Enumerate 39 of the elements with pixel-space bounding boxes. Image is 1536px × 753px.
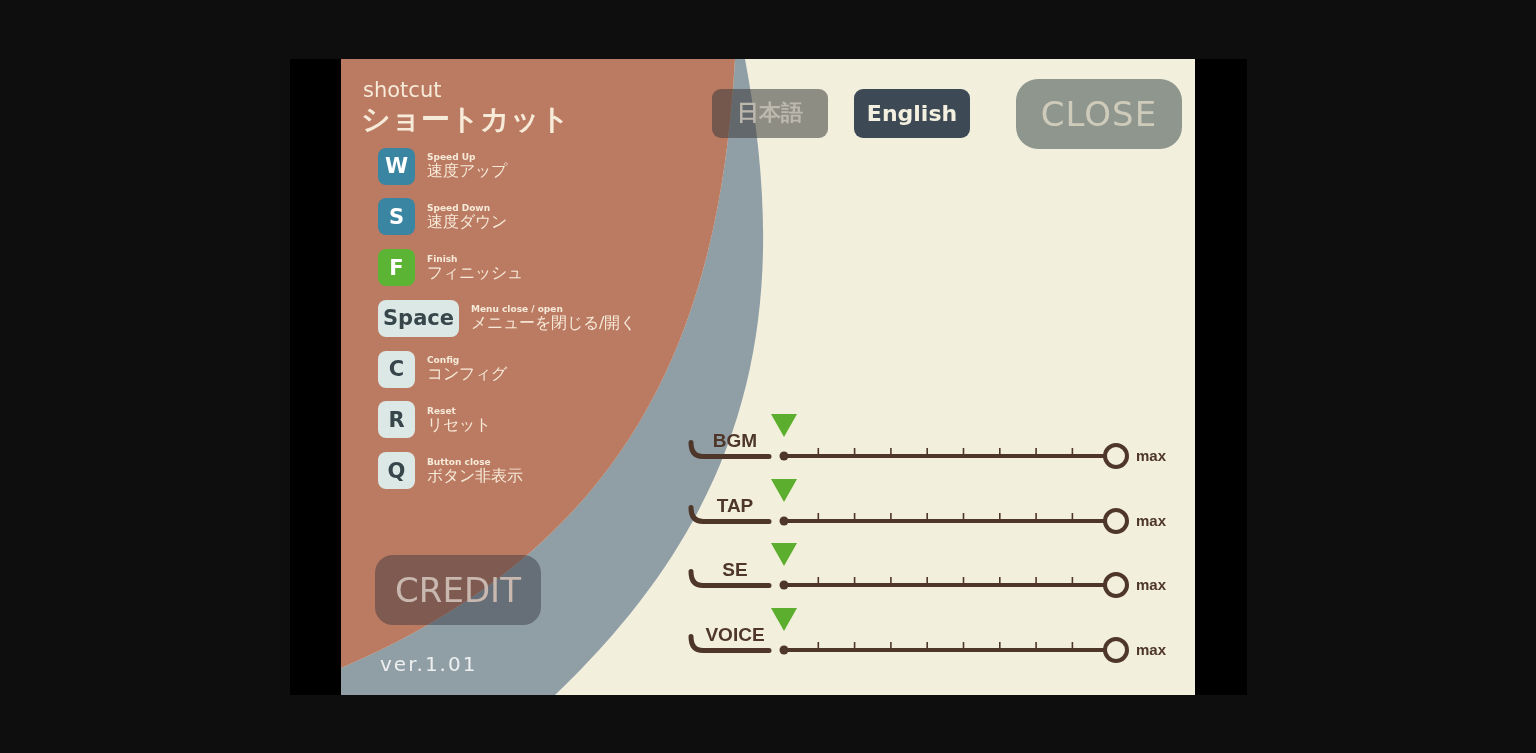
slider-thumb[interactable] bbox=[771, 478, 797, 502]
shortcut-label: 速度ダウン bbox=[427, 212, 507, 231]
shortcut-caption: Speed Up bbox=[427, 152, 477, 162]
volume-label: TAP bbox=[716, 495, 754, 516]
shortcut-label: ボタン非表示 bbox=[427, 466, 523, 485]
shortcut-caption: Speed Down bbox=[427, 202, 492, 213]
close-button[interactable]: CLOSE bbox=[1016, 78, 1182, 149]
max-label: max bbox=[1136, 448, 1167, 464]
shortcut-caption: Menu close / open bbox=[471, 304, 564, 315]
shortcut-label: コンフィグ bbox=[427, 365, 507, 384]
shortcut-caption: Button close bbox=[427, 456, 492, 467]
shortcut-label: メニューを閉じる/開く bbox=[471, 314, 637, 333]
key-cap: S bbox=[378, 198, 415, 236]
key-cap: W bbox=[378, 147, 415, 185]
shortcut-caption: Reset bbox=[427, 406, 457, 416]
max-label: max bbox=[1136, 577, 1167, 593]
key-cap: Q bbox=[378, 452, 415, 490]
slider-thumb[interactable] bbox=[771, 607, 797, 631]
shortcut-label: 速度アップ bbox=[427, 162, 507, 180]
shortcut-caption: Finish bbox=[427, 253, 459, 264]
key-cap: R bbox=[378, 401, 415, 439]
shortcut-label: リセット bbox=[427, 416, 491, 434]
slider-thumb[interactable] bbox=[771, 414, 797, 437]
volume-label: SE bbox=[722, 560, 748, 580]
volume-label: BGM bbox=[712, 431, 758, 451]
title-caption: shotcut bbox=[363, 78, 442, 101]
key-cap: F bbox=[378, 249, 415, 287]
key-cap: C bbox=[378, 350, 415, 388]
max-label: max bbox=[1136, 641, 1167, 658]
volume-label: VOICE bbox=[705, 624, 765, 645]
panel-title: ショートカット bbox=[361, 100, 570, 137]
key-cap: Space bbox=[378, 299, 460, 337]
credit-button[interactable]: CREDIT bbox=[375, 554, 541, 625]
slider-thumb[interactable] bbox=[771, 543, 797, 566]
max-label: max bbox=[1136, 512, 1167, 529]
language-tab[interactable]: English bbox=[854, 88, 970, 138]
shortcut-label: フィニッシュ bbox=[427, 263, 523, 282]
version-label: ver.1.01 bbox=[380, 651, 478, 676]
shortcut-caption: Config bbox=[427, 355, 461, 366]
